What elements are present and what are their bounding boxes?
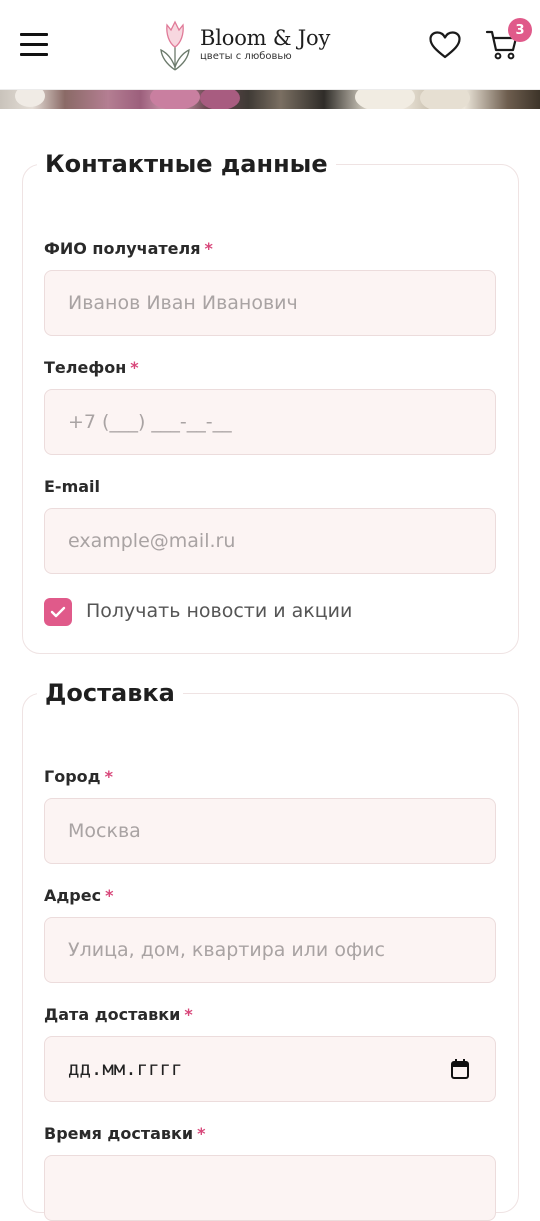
address-input[interactable]: Улица, дом, квартира или офис <box>44 917 496 983</box>
contact-section-title: Контактные данные <box>37 149 336 179</box>
email-placeholder: example@mail.ru <box>68 530 236 552</box>
date-placeholder: дд.мм.гггг <box>68 1058 183 1080</box>
date-label: Дата доставки * <box>44 1005 193 1024</box>
hero-flowers-banner <box>0 90 540 109</box>
address-placeholder: Улица, дом, квартира или офис <box>68 939 385 961</box>
phone-input[interactable]: +7 (___) ___-__-__ <box>44 389 496 455</box>
time-label: Время доставки * <box>44 1124 206 1143</box>
newsletter-checkbox[interactable] <box>44 598 72 626</box>
date-input[interactable]: дд.мм.гггг <box>44 1036 496 1102</box>
tulip-logo-icon <box>160 20 190 71</box>
city-input[interactable]: Москва <box>44 798 496 864</box>
newsletter-label[interactable]: Получать новости и акции <box>86 600 352 622</box>
calendar-icon[interactable] <box>451 1059 469 1079</box>
cart-count-badge: 3 <box>508 18 532 42</box>
name-input[interactable]: Иванов Иван Иванович <box>44 270 496 336</box>
city-placeholder: Москва <box>68 820 141 842</box>
checkmark-icon <box>50 606 66 618</box>
logo-name: Bloom & Joy <box>200 25 331 50</box>
address-label: Адрес * <box>44 886 114 905</box>
email-input[interactable]: example@mail.ru <box>44 508 496 574</box>
email-label: E-mail <box>44 477 101 496</box>
phone-label: Телефон * <box>44 358 139 377</box>
time-select[interactable] <box>44 1155 496 1221</box>
delivery-section-title: Доставка <box>37 678 183 708</box>
heart-icon[interactable] <box>428 30 462 60</box>
hamburger-menu-icon[interactable] <box>20 33 50 57</box>
logo-tagline: цветы с любовью <box>200 50 292 62</box>
city-label: Город * <box>44 767 113 786</box>
brand-logo[interactable]: Bloom & Joy цветы с любовью <box>158 16 330 72</box>
phone-placeholder: +7 (___) ___-__-__ <box>68 411 232 433</box>
name-label: ФИО получателя * <box>44 239 213 258</box>
site-header: Bloom & Joy цветы с любовью 3 <box>0 0 540 90</box>
name-placeholder: Иванов Иван Иванович <box>68 292 298 314</box>
